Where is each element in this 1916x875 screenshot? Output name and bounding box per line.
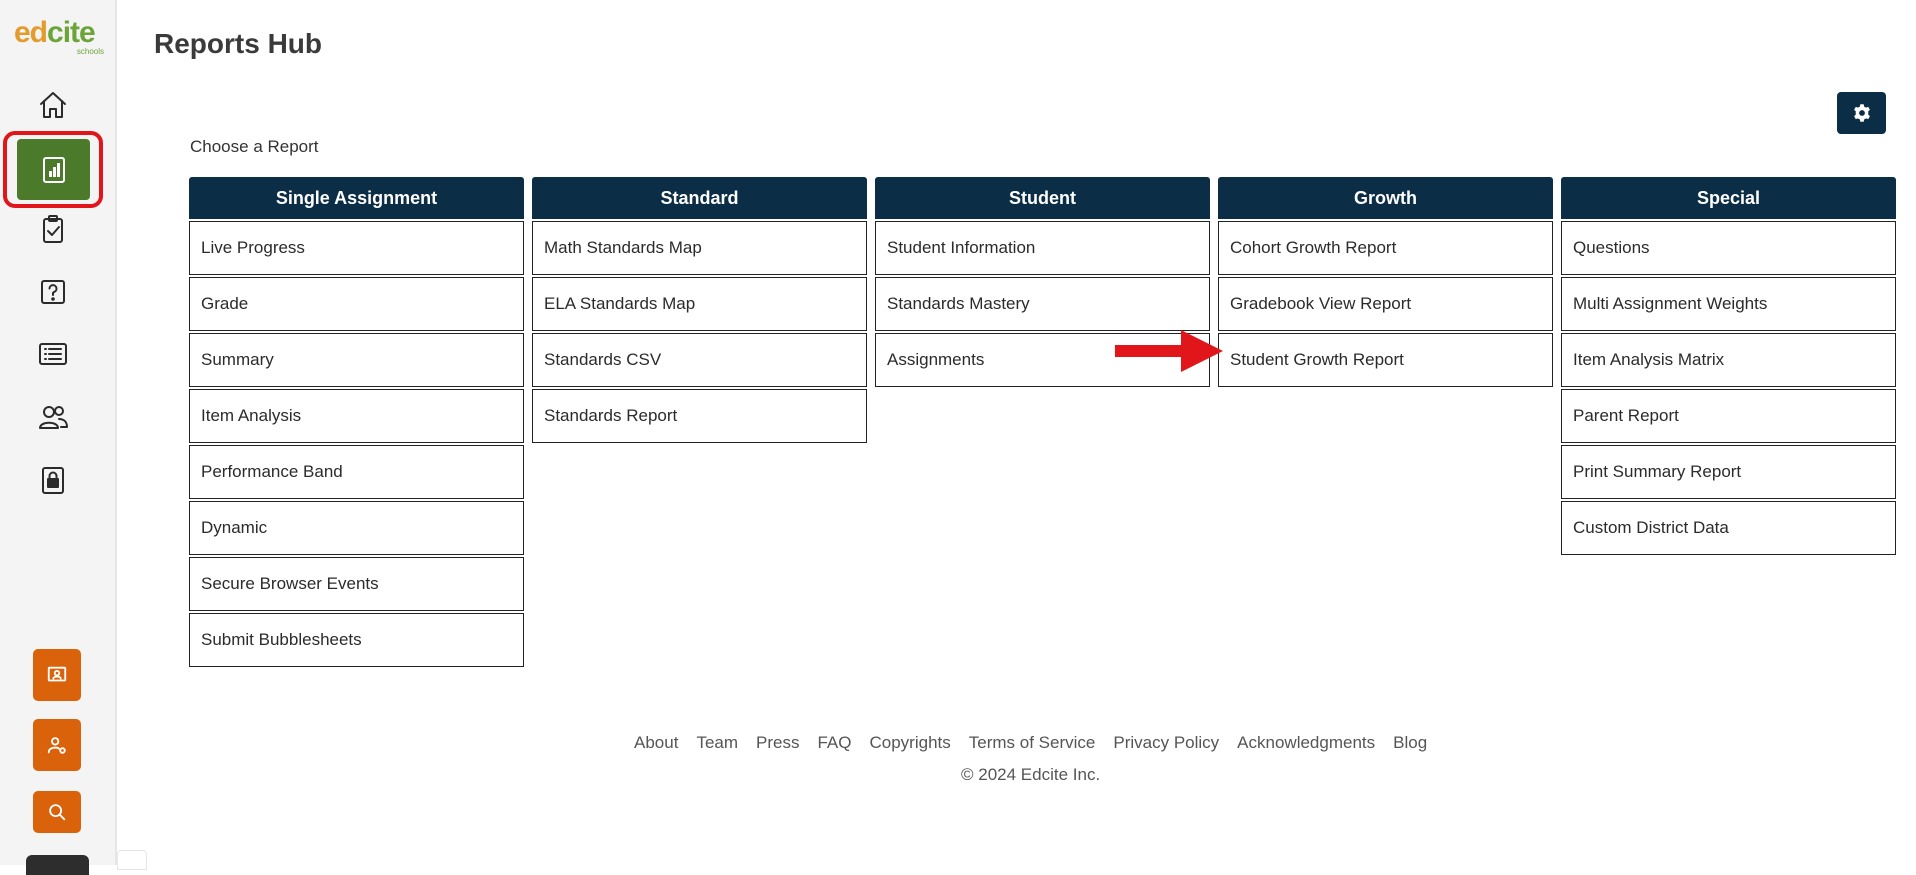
report-item[interactable]: Questions [1561,221,1896,275]
column-header: Student [875,177,1210,219]
red-arrow-icon [1115,330,1223,372]
sidebar: edcite schools [0,0,117,875]
home-icon[interactable] [33,85,73,125]
logo-word-ed: ed [14,16,48,49]
report-item[interactable]: Student Information [875,221,1210,275]
footer-link-acknowledgments[interactable]: Acknowledgments [1237,733,1375,753]
footer-links: About Team Press FAQ Copyrights Terms of… [634,733,1427,753]
footer-link-blog[interactable]: Blog [1393,733,1427,753]
column-header: Single Assignment [189,177,524,219]
column-header: Standard [532,177,867,219]
page-title: Reports Hub [154,28,322,59]
report-item[interactable]: Performance Band [189,445,524,499]
report-item[interactable]: Dynamic [189,501,524,555]
report-item[interactable]: Item Analysis Matrix [1561,333,1896,387]
column-special: Special Questions Multi Assignment Weigh… [1561,177,1896,555]
footer-link-terms[interactable]: Terms of Service [969,733,1096,753]
reports-icon[interactable] [17,139,90,200]
presentation-icon[interactable] [33,649,81,701]
account-button[interactable] [26,855,89,875]
footer-link-copyrights[interactable]: Copyrights [870,733,951,753]
report-item[interactable]: Item Analysis [189,389,524,443]
column-single-assignment: Single Assignment Live Progress Grade Su… [189,177,524,667]
report-item[interactable]: ELA Standards Map [532,277,867,331]
report-item[interactable]: Standards Mastery [875,277,1210,331]
clipboard-check-icon[interactable] [33,209,73,249]
column-header: Special [1561,177,1896,219]
report-item[interactable]: Standards CSV [532,333,867,387]
search-icon[interactable] [33,791,81,833]
logo-word-cite: cite [47,16,96,49]
report-item[interactable]: Secure Browser Events [189,557,524,611]
choose-report-label: Choose a Report [190,137,319,156]
footer-link-about[interactable]: About [634,733,678,753]
report-item[interactable]: Submit Bubblesheets [189,613,524,667]
logo-subtitle: schools [76,47,104,56]
footer-link-faq[interactable]: FAQ [817,733,851,753]
question-icon[interactable] [33,272,73,312]
column-standard: Standard Math Standards Map ELA Standard… [532,177,867,443]
report-item[interactable]: Parent Report [1561,389,1896,443]
footer-link-press[interactable]: Press [756,733,799,753]
column-growth: Growth Cohort Growth Report Gradebook Vi… [1218,177,1553,387]
footer-link-privacy[interactable]: Privacy Policy [1113,733,1219,753]
report-item[interactable]: Print Summary Report [1561,445,1896,499]
report-item[interactable]: Live Progress [189,221,524,275]
report-item[interactable]: Cohort Growth Report [1218,221,1553,275]
gear-icon[interactable] [1837,92,1886,134]
report-item[interactable]: Custom District Data [1561,501,1896,555]
user-settings-icon[interactable] [33,719,81,771]
edcite-logo[interactable]: edcite schools [14,18,104,60]
sidebar-collapse-tab[interactable] [117,850,147,870]
list-icon[interactable] [33,334,73,374]
report-item[interactable]: Math Standards Map [532,221,867,275]
report-item-student-growth[interactable]: Student Growth Report [1218,333,1553,387]
report-item[interactable]: Multi Assignment Weights [1561,277,1896,331]
report-item[interactable]: Grade [189,277,524,331]
report-item[interactable]: Gradebook View Report [1218,277,1553,331]
copyright-text: © 2024 Edcite Inc. [961,765,1101,784]
column-header: Growth [1218,177,1553,219]
report-item[interactable]: Summary [189,333,524,387]
lock-icon[interactable] [33,460,73,500]
report-item[interactable]: Standards Report [532,389,867,443]
footer-link-team[interactable]: Team [696,733,738,753]
users-icon[interactable] [33,397,73,437]
